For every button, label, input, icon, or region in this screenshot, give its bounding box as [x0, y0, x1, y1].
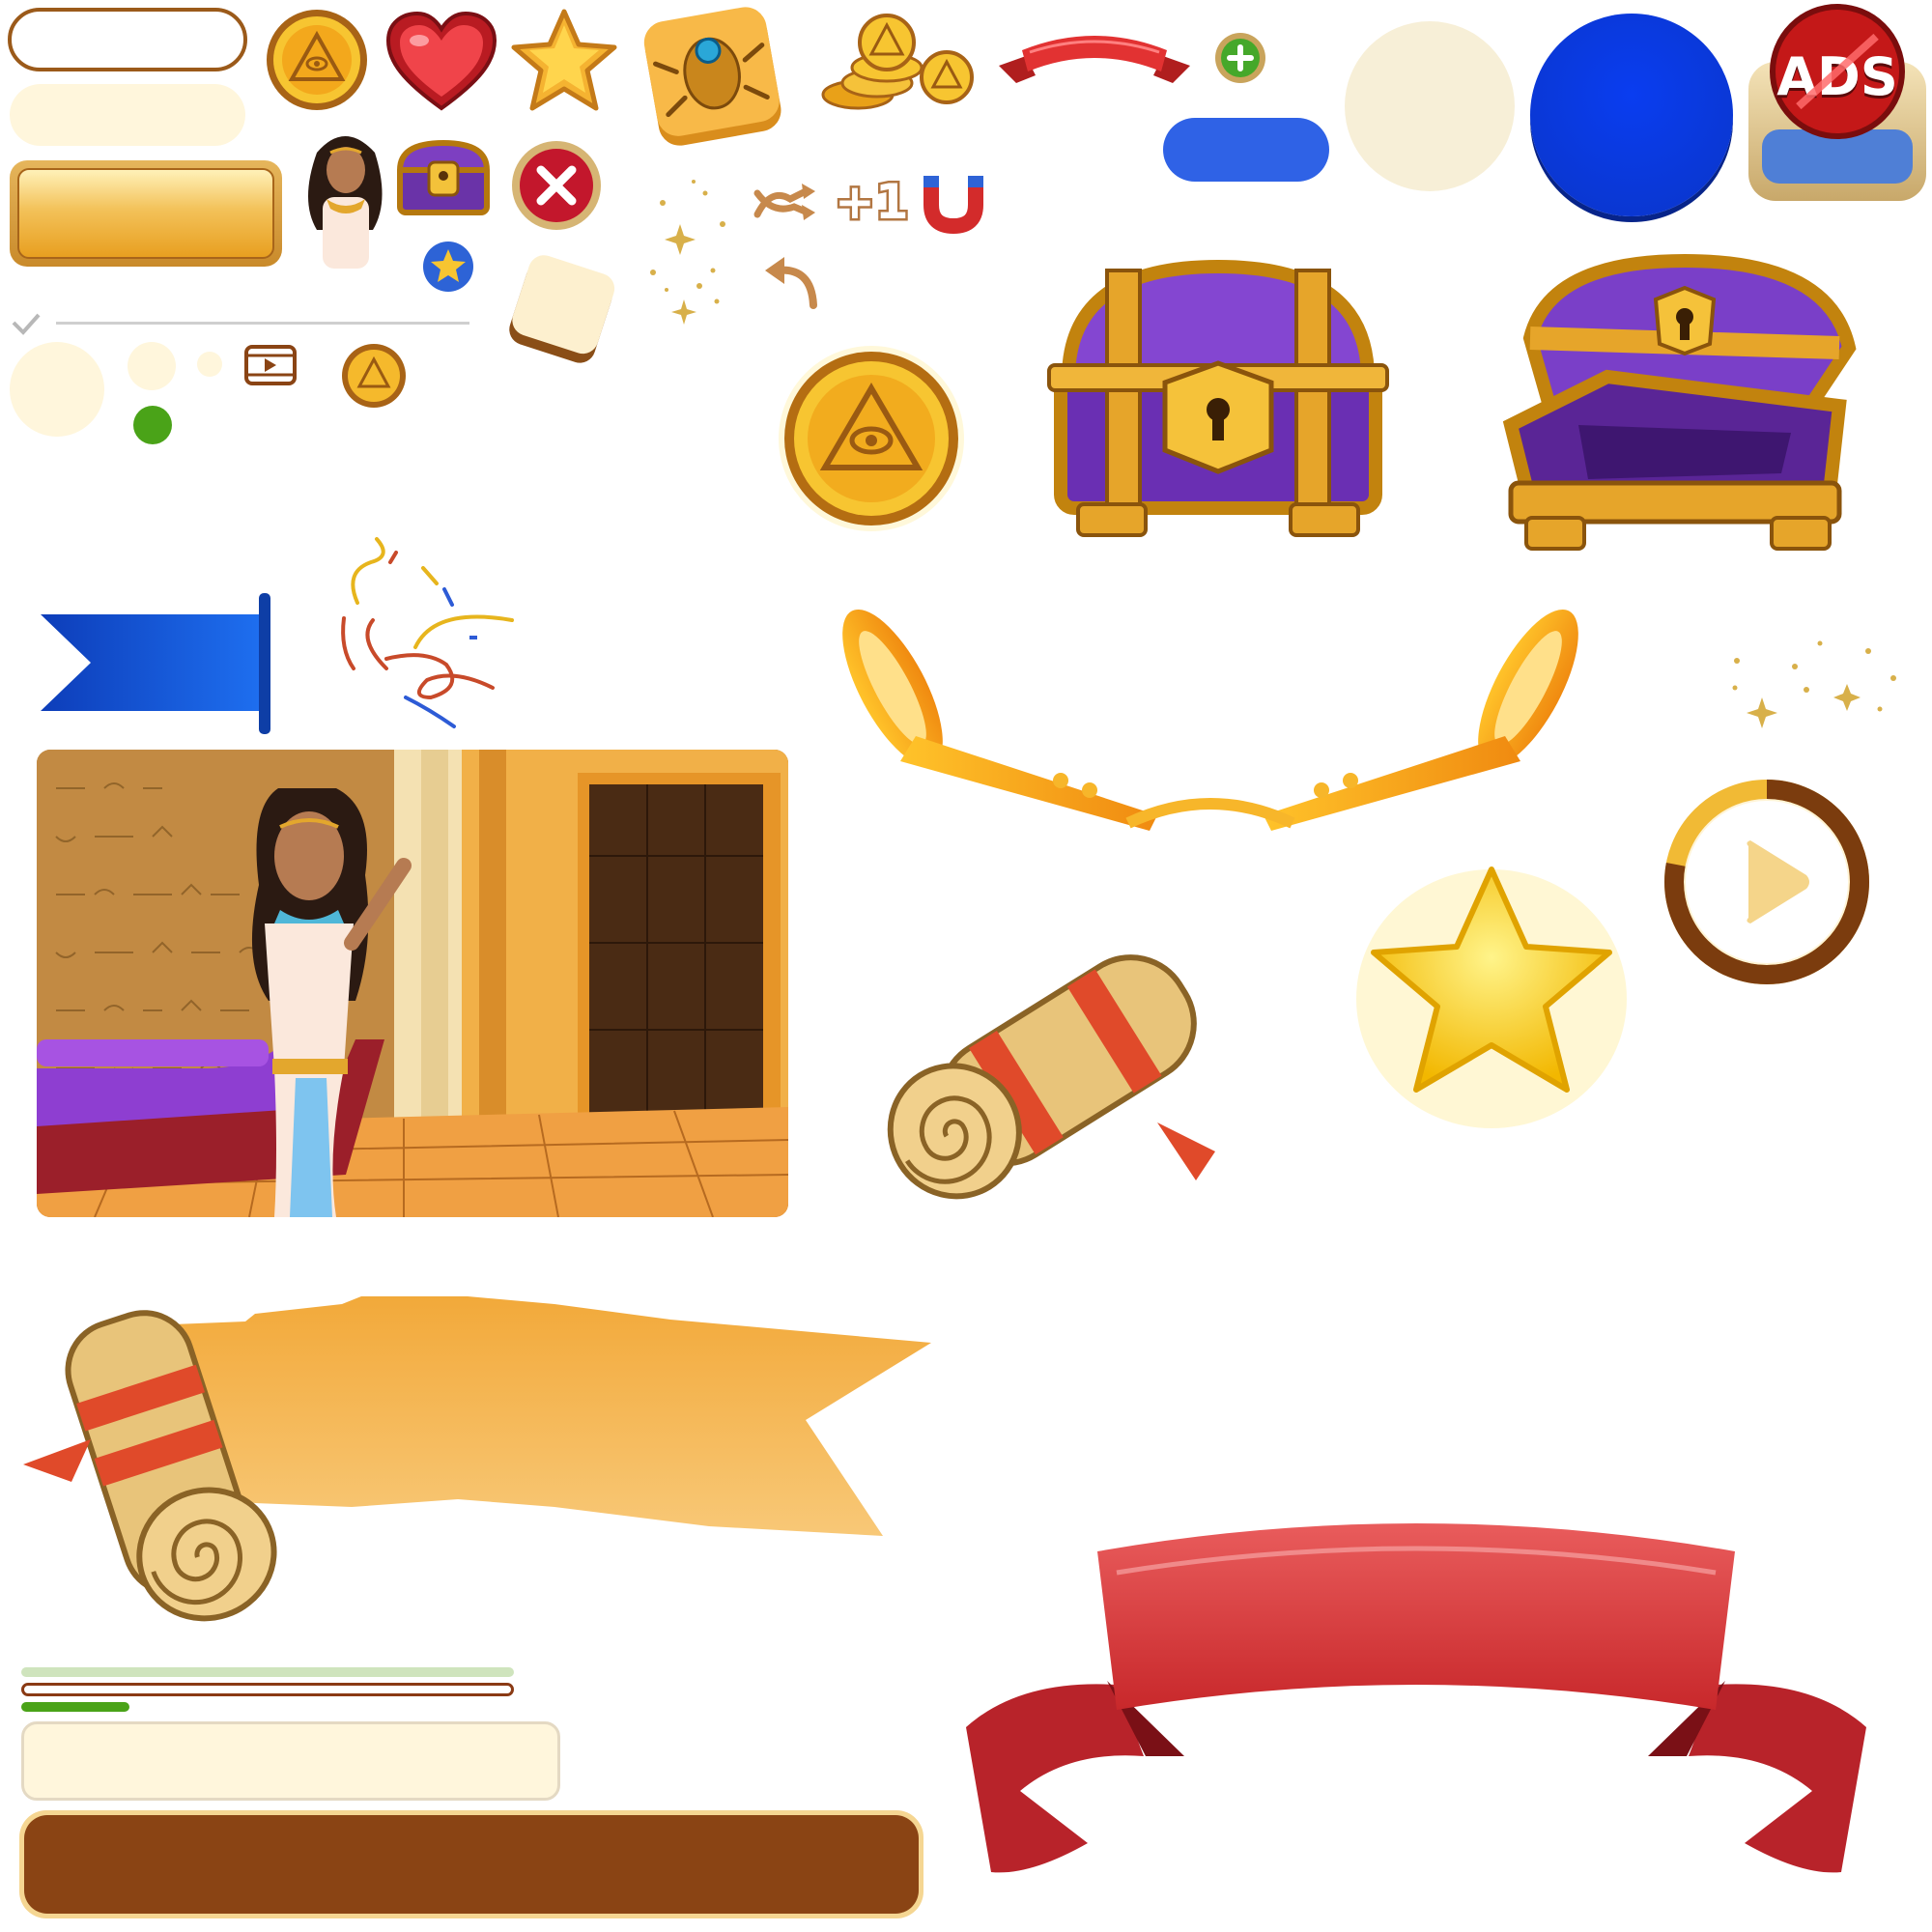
- video-icon[interactable]: [243, 344, 298, 386]
- trumpets-icon: [838, 591, 1582, 860]
- sparkles-icon-right: [1723, 632, 1903, 728]
- star-large-icon: [1352, 858, 1631, 1128]
- close-x-icon[interactable]: [510, 139, 603, 232]
- check-icon: [10, 311, 43, 336]
- undo-arrow-icon[interactable]: [763, 253, 823, 313]
- star-icon-small: [421, 240, 475, 292]
- cream-dot-medium: [128, 342, 176, 390]
- eye-pyramid-coin-icon-small: [340, 342, 408, 410]
- progress-track-light: [21, 1667, 514, 1677]
- progress-track-outline: [21, 1683, 514, 1696]
- eye-pyramid-coin-icon-large: [777, 344, 966, 533]
- sparkles-icon: [645, 166, 732, 340]
- red-ribbon-banner-icon: [962, 1515, 1870, 1891]
- magnet-icon[interactable]: [920, 172, 987, 235]
- scroll-icon: [867, 891, 1273, 1238]
- scarab-tile-icon[interactable]: [639, 6, 786, 151]
- green-dot: [133, 406, 172, 444]
- shuffle-icon[interactable]: [752, 178, 819, 226]
- cream-dot-large: [10, 342, 104, 437]
- gold-button[interactable]: [10, 160, 282, 267]
- star-icon: [508, 8, 620, 116]
- blue-pill-button[interactable]: [1163, 118, 1329, 182]
- plus-one-label: +1: [833, 172, 912, 233]
- character-portrait-small: [298, 124, 392, 269]
- confetti-icon: [338, 533, 527, 738]
- blue-ribbon-flag: [41, 593, 278, 738]
- play-timer-icon[interactable]: [1662, 759, 1872, 1005]
- coin-pile-icon: [819, 8, 974, 114]
- ads-label: ADS: [1776, 46, 1898, 107]
- blue-circle-button[interactable]: [1530, 14, 1733, 216]
- treasure-chest-closed-icon: [1047, 257, 1389, 541]
- scene-illustration: [37, 750, 788, 1217]
- heart-icon: [384, 11, 498, 112]
- divider-line: [56, 322, 469, 325]
- red-ribbon-small-icon: [997, 27, 1192, 87]
- brown-button-bar[interactable]: [19, 1810, 923, 1918]
- cream-circle: [1345, 21, 1515, 191]
- cream-input-panel[interactable]: [21, 1721, 560, 1801]
- cream-pill: [10, 84, 245, 146]
- cream-dot-small: [197, 352, 222, 377]
- cream-tile[interactable]: [506, 253, 618, 363]
- eye-pyramid-coin-icon: [265, 8, 369, 112]
- white-outline-pill[interactable]: [8, 8, 247, 71]
- scroll-banner: [14, 1275, 937, 1646]
- plus-circle-icon[interactable]: [1213, 31, 1267, 85]
- no-ads-button[interactable]: ADS: [1748, 4, 1926, 201]
- treasure-chest-open-icon: [1492, 253, 1868, 556]
- progress-bar-green: [21, 1702, 514, 1712]
- treasure-chest-small-icon: [394, 137, 493, 218]
